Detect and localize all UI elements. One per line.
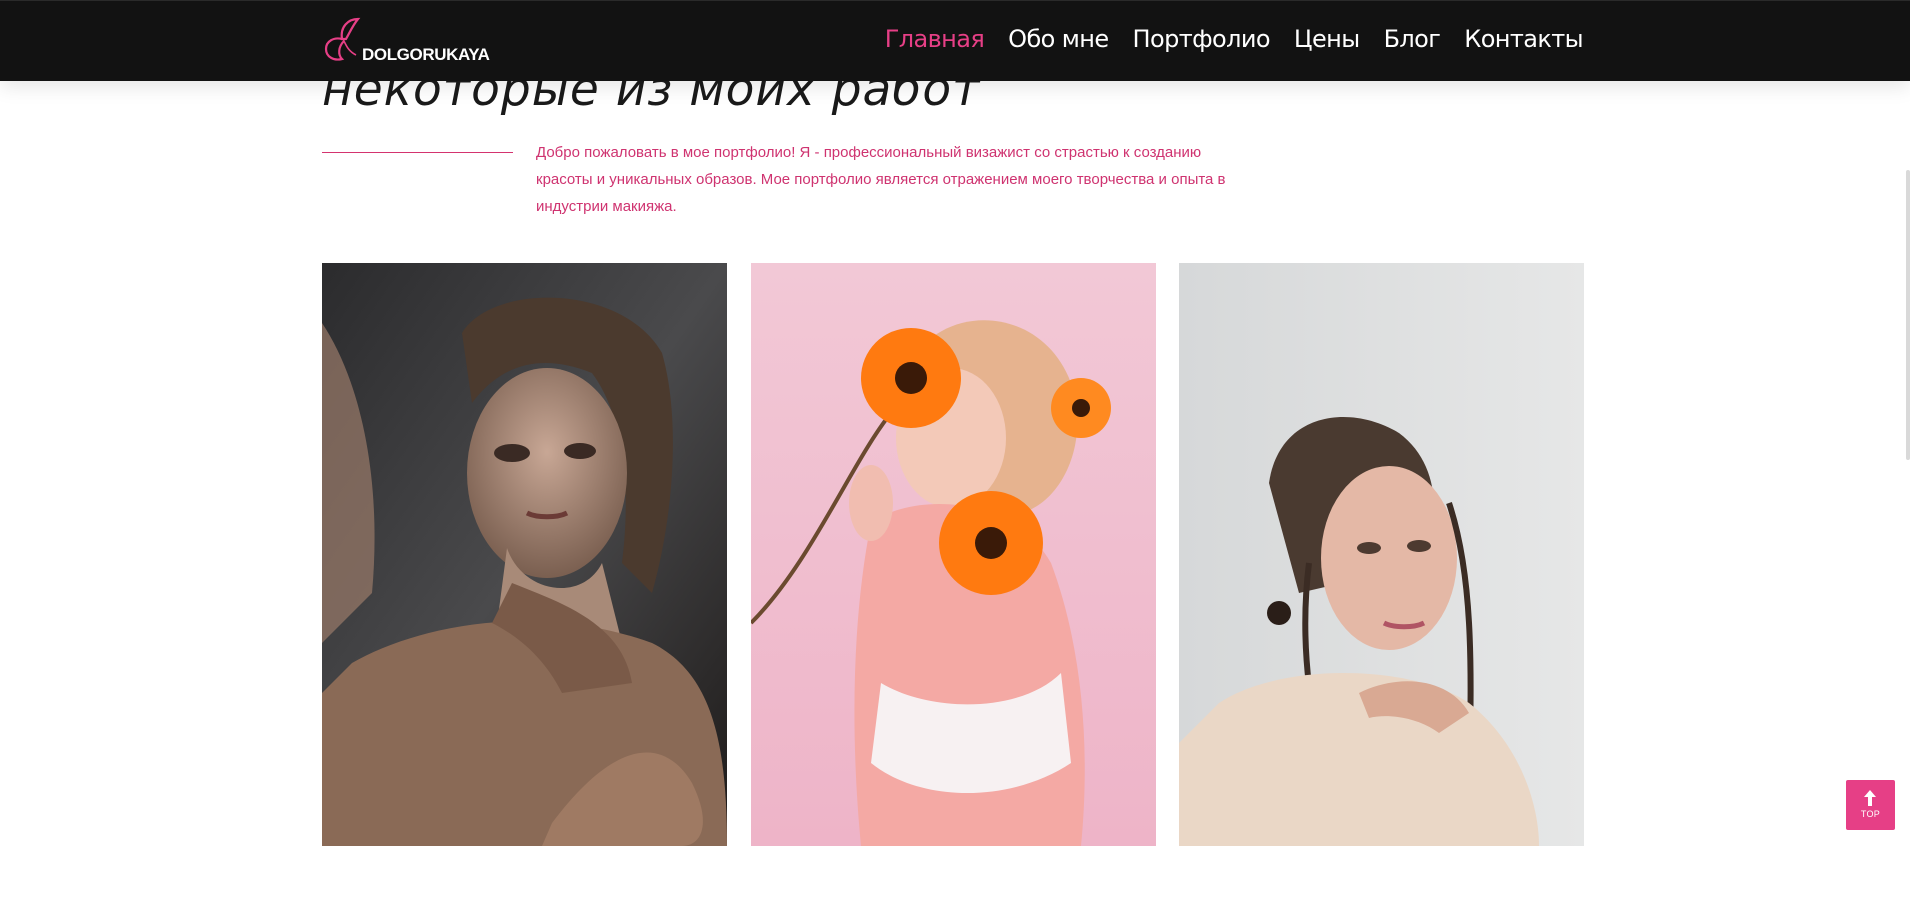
nav-item-about[interactable]: Обо мне xyxy=(1008,25,1109,53)
scrollbar-thumb[interactable] xyxy=(1906,170,1910,460)
site-logo[interactable]: DOLGORUKAYA xyxy=(322,15,490,67)
nav-item-prices[interactable]: Цены xyxy=(1294,25,1360,53)
main-nav: Главная Обо мне Портфолио Цены Блог Конт… xyxy=(885,25,1584,53)
nav-item-portfolio[interactable]: Портфолио xyxy=(1133,25,1271,53)
intro-line: Добро пожаловать в мое портфолио! Я - пр… xyxy=(536,144,1202,161)
nav-item-home[interactable]: Главная xyxy=(885,25,985,53)
logo-text: DOLGORUKAYA xyxy=(362,45,490,64)
portrait-photo-icon xyxy=(322,263,727,846)
portrait-photo-icon xyxy=(751,263,1156,846)
scroll-top-label: TOP xyxy=(1860,809,1881,819)
intro-line: индустрии макияжа. xyxy=(536,198,677,215)
intro-text: Добро пожаловать в мое портфолио! Я - пр… xyxy=(536,139,1256,220)
portfolio-photo-1[interactable] xyxy=(322,263,727,846)
portfolio-photo-3[interactable] xyxy=(1179,263,1584,846)
intro-line: красоты и уникальных образов. Мое портфо… xyxy=(536,171,1226,188)
nav-item-contacts[interactable]: Контакты xyxy=(1464,25,1583,53)
portrait-photo-icon xyxy=(1179,263,1584,846)
portfolio-photo-2[interactable] xyxy=(751,263,1156,846)
title-divider xyxy=(322,152,513,153)
nav-item-blog[interactable]: Блог xyxy=(1384,25,1441,53)
arrow-up-icon xyxy=(1864,790,1876,806)
scroll-top-button[interactable]: TOP xyxy=(1846,780,1895,830)
site-header: DOLGORUKAYA Главная Обо мне Портфолио Це… xyxy=(0,0,1910,81)
